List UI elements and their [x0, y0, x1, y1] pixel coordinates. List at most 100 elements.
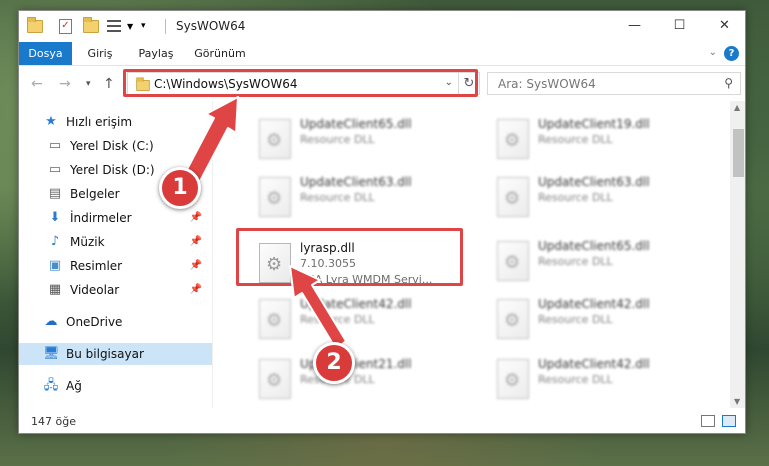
scroll-up-icon[interactable]: ▲ — [734, 103, 740, 112]
quick-access-dropdown-icon[interactable]: ▼ — [127, 17, 133, 35]
back-arrow-icon[interactable]: ← — [31, 76, 43, 92]
navigation-pane: ★ Hızlı erişim ▭ Yerel Disk (C:) ▭ Yerel… — [19, 101, 213, 408]
item-count: 147 öğe — [31, 415, 76, 428]
list-item[interactable]: UpdateClient19.dll Resource DLL — [491, 113, 711, 167]
customize-toolbar-icon[interactable]: ▾ — [141, 17, 146, 35]
list-item[interactable]: UpdateClient42.dll Resource DLL — [491, 293, 711, 347]
title-separator — [165, 19, 166, 34]
pictures-icon: ▣ — [48, 258, 62, 273]
sidebar-item-label: Hızlı erişim — [66, 115, 133, 129]
expand-ribbon-icon[interactable]: ⌄ — [709, 47, 717, 58]
sidebar-item-pictures[interactable]: ▣ Resimler 📌 — [19, 255, 212, 277]
sidebar-item-videos[interactable]: ▦ Videolar 📌 — [19, 279, 212, 301]
sidebar-item-this-pc[interactable]: 🖥 Bu bilgisayar — [19, 343, 212, 365]
computer-icon: 🖥 — [43, 346, 60, 361]
download-icon: ⬇ — [49, 210, 61, 225]
scrollbar-thumb[interactable] — [733, 129, 744, 177]
dll-file-icon — [497, 119, 529, 159]
tab-dosya[interactable]: Dosya — [19, 42, 72, 65]
properties-check-icon[interactable]: ✓ — [59, 17, 72, 35]
sidebar-item-music[interactable]: ♪ Müzik 📌 — [19, 231, 212, 253]
file-type: Resource DLL — [538, 133, 613, 146]
file-type: Resource DLL — [538, 255, 613, 268]
sidebar-item-label: Belgeler — [70, 187, 120, 201]
dll-file-icon — [259, 299, 291, 339]
file-name: UpdateClient42.dll — [300, 297, 412, 311]
tab-paylas[interactable]: Paylaş — [136, 42, 176, 65]
file-type: Resource DLL — [300, 133, 375, 146]
properties-icon[interactable] — [107, 17, 121, 35]
dll-file-icon — [497, 177, 529, 217]
list-item[interactable]: UpdateClient65.dll Resource DLL — [253, 113, 473, 167]
sidebar-item-label: Resimler — [70, 259, 123, 273]
file-type: Resource DLL — [300, 191, 375, 204]
list-item[interactable]: UpdateClient65.dll Resource DLL — [491, 235, 711, 289]
dll-file-icon — [259, 177, 291, 217]
search-input[interactable]: Ara: SysWOW64 ⚲ — [487, 72, 741, 95]
dll-file-icon — [497, 299, 529, 339]
sidebar-item-label: Yerel Disk (C:) — [70, 139, 154, 153]
file-name: UpdateClient65.dll — [300, 117, 412, 131]
pin-icon[interactable]: 📌 — [190, 260, 202, 271]
file-type: Resource DLL — [538, 313, 613, 326]
vertical-scrollbar[interactable]: ▲ ▼ — [730, 101, 745, 408]
sidebar-item-network[interactable]: 🖧 Ağ — [19, 375, 212, 397]
list-item[interactable]: UpdateClient63.dll Resource DLL — [253, 171, 473, 225]
file-name: UpdateClient42.dll — [538, 297, 650, 311]
close-button[interactable]: ✕ — [702, 11, 745, 40]
file-highlight — [236, 228, 463, 286]
pin-icon[interactable]: 📌 — [190, 236, 202, 247]
file-type: Resource DLL — [538, 373, 613, 386]
sidebar-item-label: OneDrive — [66, 315, 123, 329]
ribbon-tabs: Dosya Giriş Paylaş Görünüm ⌄ ? — [19, 42, 745, 66]
sidebar-item-label: İndirmeler — [70, 211, 132, 225]
sidebar-item-label: Müzik — [70, 235, 105, 249]
sidebar-item-label: Yerel Disk (D:) — [70, 163, 155, 177]
sidebar-item-onedrive[interactable]: ☁ OneDrive — [19, 311, 212, 333]
address-bar-highlight — [123, 69, 478, 97]
tab-giris[interactable]: Giriş — [85, 42, 115, 65]
search-placeholder: Ara: SysWOW64 — [498, 77, 596, 91]
file-type: Resource DLL — [538, 191, 613, 204]
dll-file-icon — [497, 359, 529, 399]
file-type: Resource DLL — [300, 313, 375, 326]
folder-icon — [27, 16, 43, 35]
title-bar: ✓ ▼ ▾ SysWOW64 — ☐ ✕ — [19, 11, 745, 42]
details-view-icon[interactable] — [701, 415, 715, 427]
list-item[interactable]: UpdateClient21.dll Resource DLL — [253, 353, 473, 407]
sidebar-item-local-disk-c[interactable]: ▭ Yerel Disk (C:) — [19, 135, 212, 157]
tab-gorunum[interactable]: Görünüm — [193, 42, 247, 65]
step-2-badge: 2 — [313, 342, 355, 384]
list-item[interactable]: UpdateClient63.dll Resource DLL — [491, 171, 711, 225]
new-folder-icon[interactable] — [83, 16, 99, 35]
file-name: UpdateClient42.dll — [538, 357, 650, 371]
drive-icon: ▭ — [48, 162, 62, 177]
star-icon: ★ — [45, 114, 57, 129]
pin-icon[interactable]: 📌 — [190, 212, 202, 223]
help-icon[interactable]: ? — [724, 46, 739, 61]
tiles-view-icon[interactable] — [722, 415, 736, 427]
sidebar-item-downloads[interactable]: ⬇ İndirmeler 📌 — [19, 207, 212, 229]
list-item[interactable]: UpdateClient42.dll Resource DLL — [253, 293, 473, 347]
maximize-button[interactable]: ☐ — [657, 11, 702, 40]
sidebar-item-label: Bu bilgisayar — [66, 347, 144, 361]
sidebar-item-quick-access[interactable]: ★ Hızlı erişim — [19, 111, 212, 133]
videos-icon: ▦ — [48, 282, 62, 297]
minimize-button[interactable]: — — [612, 11, 657, 40]
forward-arrow-icon[interactable]: → — [59, 76, 71, 92]
file-name: UpdateClient19.dll — [538, 117, 650, 131]
drive-icon: ▭ — [48, 138, 62, 153]
list-item[interactable]: UpdateClient42.dll Resource DLL — [491, 353, 711, 407]
dll-file-icon — [259, 359, 291, 399]
dll-file-icon — [497, 241, 529, 281]
file-name: UpdateClient63.dll — [300, 175, 412, 189]
search-icon[interactable]: ⚲ — [724, 76, 733, 90]
up-arrow-icon[interactable]: ↑ — [103, 76, 115, 92]
file-name: UpdateClient65.dll — [538, 239, 650, 253]
pin-icon[interactable]: 📌 — [190, 284, 202, 295]
cloud-icon: ☁ — [44, 314, 58, 329]
recent-locations-icon[interactable]: ▾ — [86, 79, 91, 89]
window-title: SysWOW64 — [176, 19, 246, 33]
sidebar-item-label: Videolar — [70, 283, 120, 297]
scroll-down-icon[interactable]: ▼ — [734, 397, 740, 406]
